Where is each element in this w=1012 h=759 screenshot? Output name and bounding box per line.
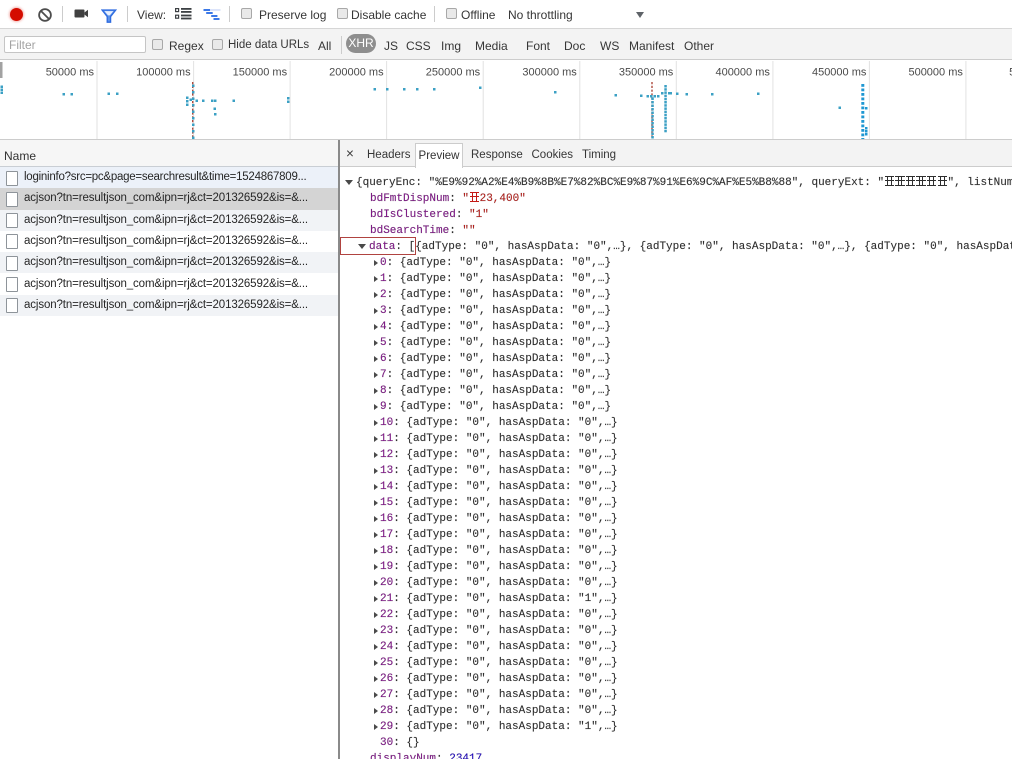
svg-text:150000 ms: 150000 ms bbox=[233, 67, 288, 79]
svg-text:50000 ms: 50000 ms bbox=[46, 67, 95, 79]
svg-text:350000 ms: 350000 ms bbox=[619, 67, 674, 79]
svg-text:200000 ms: 200000 ms bbox=[329, 67, 384, 79]
svg-text:300000 ms: 300000 ms bbox=[522, 67, 577, 79]
svg-text:500000 ms: 500000 ms bbox=[908, 67, 963, 79]
svg-text:100000 ms: 100000 ms bbox=[136, 67, 191, 79]
svg-text:400000 ms: 400000 ms bbox=[715, 67, 770, 79]
svg-text:450000 ms: 450000 ms bbox=[812, 67, 867, 79]
svg-text:250000 ms: 250000 ms bbox=[426, 67, 481, 79]
